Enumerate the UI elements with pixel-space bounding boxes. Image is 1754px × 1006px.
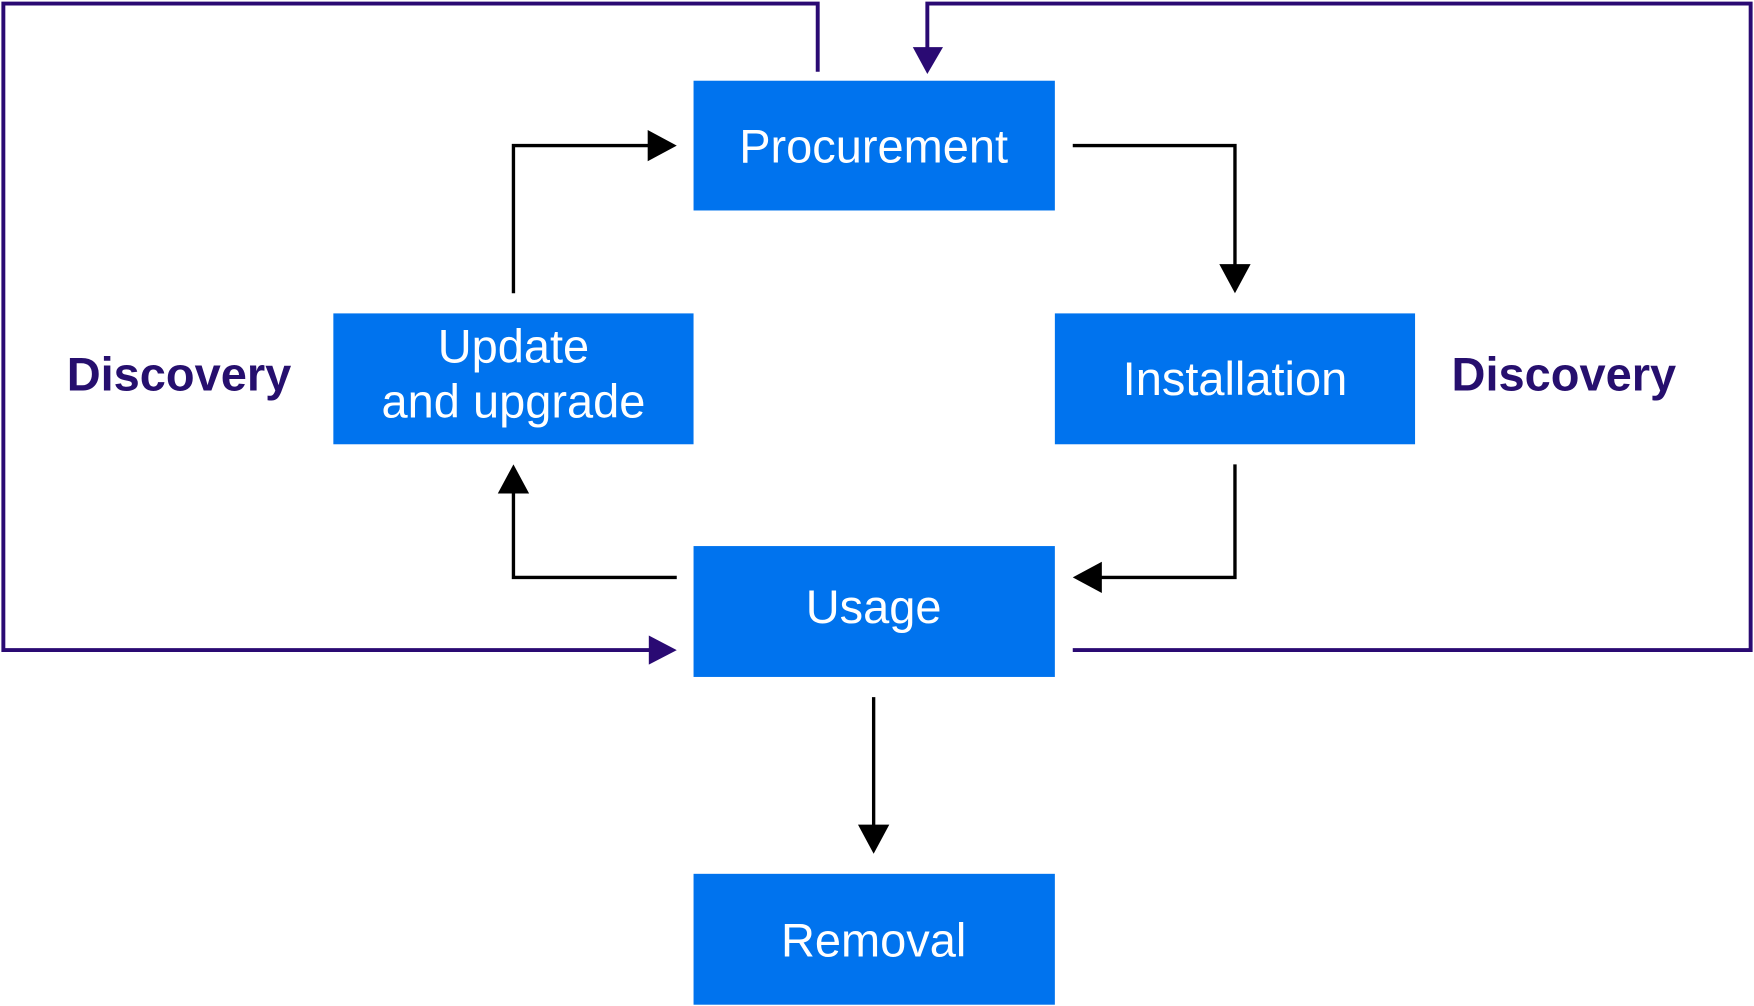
node-label: Update: [438, 320, 589, 373]
arrowhead: [497, 464, 530, 494]
discovery-label-left: Discovery: [67, 348, 292, 401]
arrowhead: [857, 824, 890, 854]
node-procurement: Procurement: [693, 80, 1055, 211]
arrow-procurement-to-installation: [1072, 143, 1237, 269]
node-label: Usage: [806, 580, 942, 633]
discovery-label-right: Discovery: [1452, 348, 1677, 401]
arrowhead: [647, 129, 677, 162]
node-label: and upgrade: [382, 374, 646, 427]
node-installation: Installation: [1054, 313, 1416, 445]
node-label: Removal: [781, 914, 966, 967]
node-usage: Usage: [693, 546, 1055, 677]
arrowhead-to-usage: [648, 635, 677, 665]
arrow-installation-to-usage: [1098, 464, 1237, 580]
node-update-and-upgrade: Update and upgrade: [333, 313, 694, 445]
node-removal: Removal: [693, 873, 1055, 1005]
arrowhead: [1072, 561, 1102, 594]
node-label: Procurement: [739, 119, 1008, 172]
arrow-update-to-procurement: [511, 143, 652, 294]
arrowhead-to-procurement: [912, 47, 943, 75]
arrow-usage-to-update: [511, 490, 677, 580]
lifecycle-diagram: Procurement Update and upgrade Installat…: [1, 1, 1753, 1005]
node-label: Installation: [1123, 352, 1348, 405]
arrowhead: [1219, 264, 1251, 294]
